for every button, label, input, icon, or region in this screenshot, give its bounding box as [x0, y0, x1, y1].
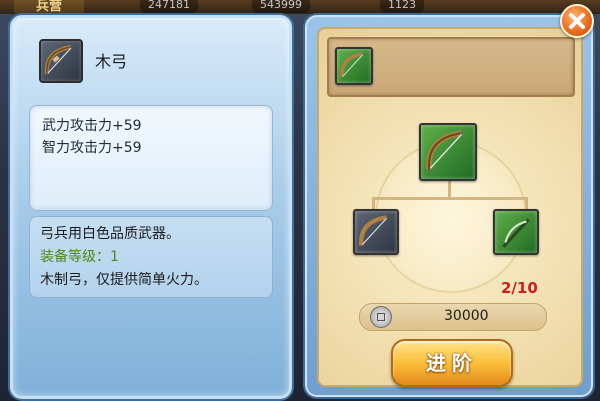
bow-icon	[426, 130, 462, 170]
resource-stat-2: 543999	[252, 0, 310, 13]
stat-force-attack: 武力攻击力+59	[42, 118, 142, 134]
close-icon	[569, 13, 585, 29]
bow-icon	[39, 39, 83, 83]
resource-stat-1: 247181	[140, 0, 198, 13]
upgrade-cost-bar: 30000	[359, 303, 547, 331]
material-icon	[502, 218, 530, 248]
item-name: 木弓	[95, 52, 128, 71]
item-description-box: 弓兵用白色品质武器。 装备等级：1 木制弓，仅提供简单火力。	[29, 216, 273, 298]
tree-connector-horizontal	[372, 197, 528, 200]
upgrade-panel: 2/10 30000 进阶	[305, 15, 593, 397]
resource-stat-3: 1123	[380, 0, 424, 13]
upgrade-parchment: 2/10 30000 进阶	[317, 27, 583, 387]
equip-level: 装备等级：1	[40, 249, 119, 265]
upgrade-button[interactable]: 进阶	[391, 339, 513, 387]
material-count: 2/10	[501, 279, 538, 297]
item-stats-box: 武力攻击力+59 智力攻击力+59	[29, 105, 273, 211]
upgrade-path-bar	[327, 37, 575, 97]
stat-intellect-attack: 智力攻击力+59	[42, 140, 142, 156]
description-line-3: 木制弓，仅提供简单火力。	[40, 272, 208, 288]
item-info-panel: 木弓 武力攻击力+59 智力攻击力+59 弓兵用白色品质武器。 装备等级：1 木…	[10, 15, 292, 399]
description-line-1: 弓兵用白色品质武器。	[40, 226, 180, 242]
bow-icon	[340, 52, 363, 78]
close-button[interactable]	[560, 4, 594, 38]
bow-icon	[359, 215, 387, 246]
barracks-tab[interactable]: 兵营	[14, 0, 84, 16]
base-bow-slot[interactable]	[353, 209, 399, 255]
upgrade-cost-value: 30000	[444, 308, 489, 324]
target-bow-slot[interactable]	[419, 123, 477, 181]
material-slot[interactable]	[493, 209, 539, 255]
silver-coin-icon	[370, 306, 392, 328]
path-slot-bow-green[interactable]	[335, 47, 373, 85]
